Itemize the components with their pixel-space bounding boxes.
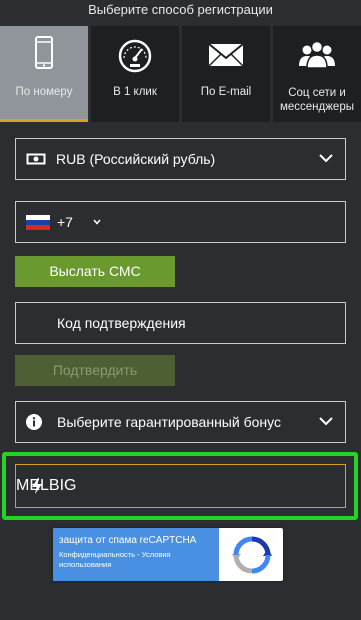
- tab-label: Соц сети и мессенджеры: [279, 87, 354, 113]
- country-code: +7: [57, 214, 73, 230]
- confirmation-code-field[interactable]: Код подтверждения: [15, 302, 346, 344]
- russia-flag-icon: [26, 215, 50, 230]
- envelope-icon: [208, 43, 244, 67]
- currency-value: RUB (Российский рубль): [56, 151, 216, 167]
- tab-one-click[interactable]: В 1 клик: [91, 26, 179, 122]
- tab-label: В 1 клик: [113, 86, 157, 98]
- registration-header: Выберите способ регистрации: [88, 2, 273, 17]
- currency-select[interactable]: RUB (Российский рубль): [15, 138, 346, 180]
- promo-code-value: MELBIG: [16, 477, 77, 494]
- promo-code-field[interactable]: MELBIG: [15, 464, 346, 508]
- recaptcha-text-panel: защита от спама reCAPTCHA Конфиденциальн…: [53, 528, 219, 581]
- recaptcha-badge[interactable]: защита от спама reCAPTCHA Конфиденциальн…: [53, 528, 283, 581]
- registration-tabs: По номеру В 1 клик По E-mail Соц сети и …: [0, 26, 361, 122]
- recaptcha-logo-icon: [232, 536, 272, 574]
- tab-label: По номеру: [15, 86, 73, 98]
- bonus-value: Выберите гарантированный бонус: [57, 414, 281, 430]
- bonus-select[interactable]: Выберите гарантированный бонус: [15, 401, 346, 443]
- lightning-icon: [32, 478, 42, 494]
- confirmation-code-placeholder: Код подтверждения: [57, 315, 186, 331]
- active-tab-underline: [0, 119, 88, 122]
- phone-input[interactable]: +7: [15, 201, 346, 243]
- recaptcha-title: защита от спама reCAPTCHA: [59, 535, 197, 546]
- promo-highlight: MELBIG: [2, 452, 358, 520]
- chevron-down-icon: [319, 417, 333, 426]
- recaptcha-links[interactable]: Конфиденциальность - Условия использован…: [59, 550, 213, 570]
- smartphone-icon: [35, 36, 53, 69]
- send-sms-button[interactable]: Выслать СМС: [15, 256, 175, 287]
- tab-label: По E-mail: [200, 86, 252, 98]
- tab-social[interactable]: Соц сети и мессенджеры: [273, 26, 361, 122]
- info-icon: [26, 414, 42, 430]
- chevron-down-icon[interactable]: [93, 219, 101, 225]
- banknote-icon: [26, 153, 46, 165]
- confirm-button[interactable]: Подтвердить: [15, 355, 175, 386]
- tab-by-email[interactable]: По E-mail: [182, 26, 270, 122]
- chevron-down-icon: [319, 154, 333, 163]
- speedometer-icon: [118, 39, 152, 73]
- people-icon: [299, 40, 335, 69]
- tab-by-phone[interactable]: По номеру: [0, 26, 88, 122]
